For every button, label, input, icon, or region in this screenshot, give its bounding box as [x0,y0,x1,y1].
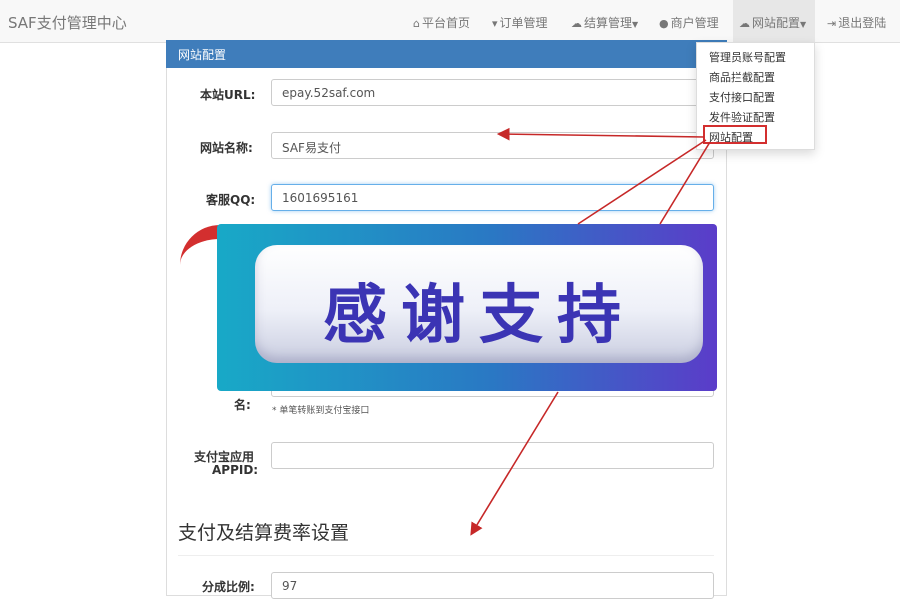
arrow-to-banner-left [577,139,707,225]
arrow-to-rate-section [470,391,559,536]
annotation-arrows [470,127,711,536]
arrow-to-site-name [496,127,705,141]
